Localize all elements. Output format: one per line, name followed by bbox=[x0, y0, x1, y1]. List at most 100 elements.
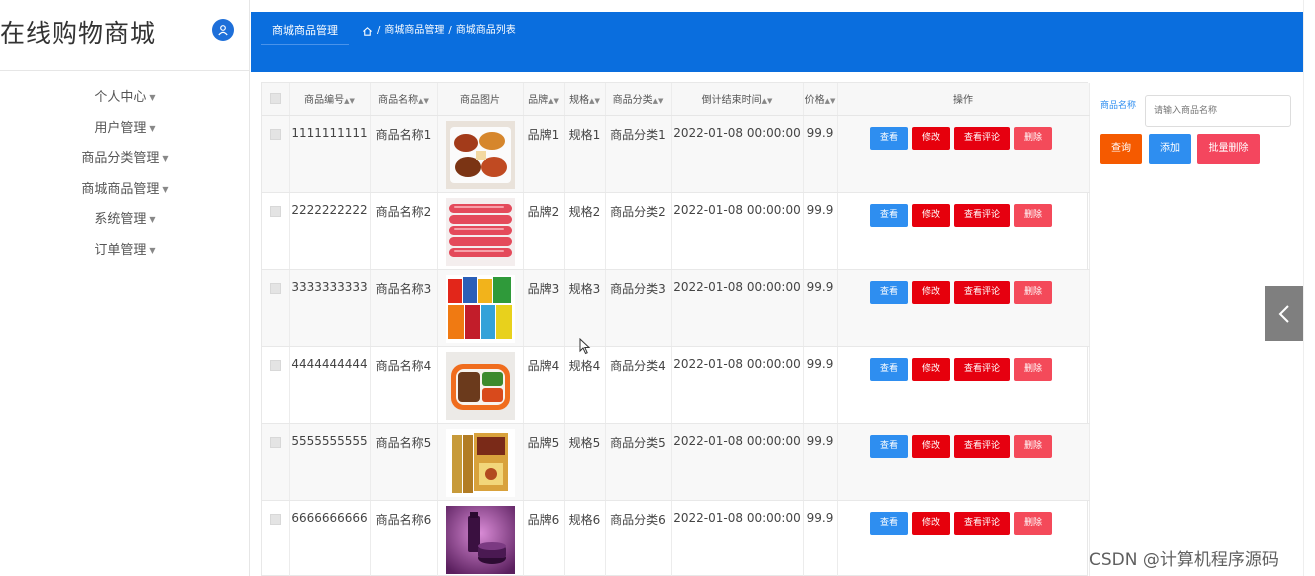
column-header-spec[interactable]: 规格▲▼ bbox=[564, 83, 606, 116]
product-table: 商品编号▲▼ 商品名称▲▼ 商品图片 品牌▲▼ 规格▲▼ 商品分类▲▼ 倒计结束… bbox=[262, 83, 1090, 576]
column-header-category[interactable]: 商品分类▲▼ bbox=[605, 83, 672, 116]
table-row: 6666666666 商品名称6 品牌6 规格6 商品分类6 2022-01-08 00:… bbox=[262, 500, 1090, 576]
scroll-edge bbox=[1303, 0, 1315, 576]
edit-button[interactable]: 修改 bbox=[911, 203, 950, 227]
view-reviews-button[interactable]: 查看评论 bbox=[954, 434, 1011, 458]
cell-price: 99.9 bbox=[803, 115, 838, 193]
cell-actions: 查看 修改 查看评论 删除 bbox=[837, 192, 1090, 270]
brand-divider bbox=[0, 70, 250, 71]
row-select-cell[interactable] bbox=[262, 500, 290, 576]
view-reviews-button[interactable]: 查看评论 bbox=[954, 511, 1011, 535]
cell-brand: 品牌3 bbox=[523, 269, 565, 347]
user-avatar-icon[interactable] bbox=[212, 19, 234, 41]
row-select-cell[interactable] bbox=[262, 269, 290, 347]
edit-button[interactable]: 修改 bbox=[911, 434, 950, 458]
view-reviews-button[interactable]: 查看评论 bbox=[954, 280, 1011, 304]
cell-end-time: 2022-01-08 00:00:00 bbox=[671, 346, 804, 424]
select-all-header[interactable] bbox=[262, 83, 290, 116]
cell-name: 商品名称1 bbox=[370, 115, 438, 193]
view-button[interactable]: 查看 bbox=[869, 357, 908, 381]
row-checkbox[interactable] bbox=[269, 359, 281, 371]
column-header-end-time[interactable]: 倒计结束时间▲▼ bbox=[671, 83, 804, 116]
breadcrumb-item[interactable]: 商城商品管理 bbox=[384, 17, 444, 45]
breadcrumb-separator: / bbox=[448, 25, 452, 36]
column-header-price[interactable]: 价格▲▼ bbox=[803, 83, 838, 116]
view-button[interactable]: 查看 bbox=[869, 280, 908, 304]
delete-button[interactable]: 删除 bbox=[1014, 511, 1053, 535]
batch-delete-button[interactable]: 批量删除 bbox=[1197, 134, 1260, 164]
sidebar-item-order-management[interactable]: 订单管理 ▼ bbox=[0, 239, 250, 270]
column-header-image: 商品图片 bbox=[437, 83, 524, 116]
view-button[interactable]: 查看 bbox=[869, 511, 908, 535]
sort-icon: ▲▼ bbox=[418, 97, 429, 106]
cell-brand: 品牌5 bbox=[523, 423, 565, 501]
edit-button[interactable]: 修改 bbox=[911, 126, 950, 150]
sidebar-item-personal-center[interactable]: 个人中心 ▼ bbox=[0, 86, 250, 117]
collapse-toggle-button[interactable] bbox=[1265, 286, 1303, 341]
app-title: 在线购物商城 bbox=[0, 19, 157, 48]
product-image bbox=[438, 274, 523, 343]
view-button[interactable]: 查看 bbox=[869, 434, 908, 458]
cell-actions: 查看 修改 查看评论 删除 bbox=[837, 423, 1090, 501]
delete-button[interactable]: 删除 bbox=[1014, 280, 1053, 304]
row-select-cell[interactable] bbox=[262, 192, 290, 270]
sidebar-item-label: 订单管理 bbox=[94, 242, 147, 258]
cell-spec: 规格5 bbox=[564, 423, 606, 501]
row-checkbox[interactable] bbox=[269, 128, 281, 140]
cell-image bbox=[437, 115, 524, 193]
delete-button[interactable]: 删除 bbox=[1014, 203, 1053, 227]
delete-button[interactable]: 删除 bbox=[1014, 126, 1053, 150]
home-icon[interactable] bbox=[362, 26, 373, 37]
view-button[interactable]: 查看 bbox=[869, 126, 908, 150]
row-select-cell[interactable] bbox=[262, 423, 290, 501]
sidebar-item-category-management[interactable]: 商品分类管理 ▼ bbox=[0, 147, 250, 178]
cell-spec: 规格4 bbox=[564, 346, 606, 424]
caret-down-icon: ▼ bbox=[149, 93, 156, 102]
row-checkbox[interactable] bbox=[269, 205, 281, 217]
edit-button[interactable]: 修改 bbox=[911, 511, 950, 535]
cell-name: 商品名称4 bbox=[370, 346, 438, 424]
table-row: 5555555555 商品名称5 品牌5 规格5 商品分类5 2022-01-08 00:… bbox=[262, 423, 1090, 501]
query-button[interactable]: 查询 bbox=[1100, 134, 1142, 164]
column-header-code[interactable]: 商品编号▲▼ bbox=[289, 83, 371, 116]
column-header-name[interactable]: 商品名称▲▼ bbox=[370, 83, 438, 116]
cell-image bbox=[437, 269, 524, 347]
sidebar-item-system-management[interactable]: 系统管理 ▼ bbox=[0, 208, 250, 239]
row-checkbox[interactable] bbox=[269, 513, 281, 525]
cell-name: 商品名称2 bbox=[370, 192, 438, 270]
cell-spec: 规格3 bbox=[564, 269, 606, 347]
edit-button[interactable]: 修改 bbox=[911, 357, 950, 381]
row-select-cell[interactable] bbox=[262, 115, 290, 193]
row-select-cell[interactable] bbox=[262, 346, 290, 424]
delete-button[interactable]: 删除 bbox=[1014, 434, 1053, 458]
cell-actions: 查看 修改 查看评论 删除 bbox=[837, 346, 1090, 424]
search-input[interactable] bbox=[1145, 95, 1291, 127]
cell-end-time: 2022-01-08 00:00:00 bbox=[671, 269, 804, 347]
delete-button[interactable]: 删除 bbox=[1014, 357, 1053, 381]
product-image bbox=[438, 197, 523, 266]
cell-end-time: 2022-01-08 00:00:00 bbox=[671, 423, 804, 501]
product-image bbox=[438, 351, 523, 420]
sidebar-item-label: 个人中心 bbox=[94, 90, 147, 105]
cell-name: 商品名称3 bbox=[370, 269, 438, 347]
edit-button[interactable]: 修改 bbox=[911, 280, 950, 304]
view-button[interactable]: 查看 bbox=[869, 203, 908, 227]
select-all-checkbox[interactable] bbox=[269, 93, 281, 105]
sidebar-item-product-management[interactable]: 商城商品管理 ▼ bbox=[0, 178, 250, 209]
row-checkbox[interactable] bbox=[269, 282, 281, 294]
cell-code: 1111111111 bbox=[289, 115, 371, 193]
view-reviews-button[interactable]: 查看评论 bbox=[954, 357, 1011, 381]
cell-spec: 规格6 bbox=[564, 500, 606, 576]
cell-code: 4444444444 bbox=[289, 346, 371, 424]
column-header-brand[interactable]: 品牌▲▼ bbox=[523, 83, 565, 116]
add-button[interactable]: 添加 bbox=[1149, 134, 1191, 164]
sort-icon: ▲▼ bbox=[652, 97, 664, 106]
search-label: 商品名称 bbox=[1100, 101, 1137, 111]
view-reviews-button[interactable]: 查看评论 bbox=[954, 126, 1011, 150]
sidebar-item-label: 商城商品管理 bbox=[81, 181, 160, 197]
view-reviews-button[interactable]: 查看评论 bbox=[954, 203, 1011, 227]
tab-product-management[interactable]: 商城商品管理 bbox=[261, 17, 349, 45]
row-checkbox[interactable] bbox=[269, 436, 281, 448]
sidebar-item-user-management[interactable]: 用户管理 ▼ bbox=[0, 117, 250, 148]
breadcrumb-separator: / bbox=[377, 25, 381, 36]
